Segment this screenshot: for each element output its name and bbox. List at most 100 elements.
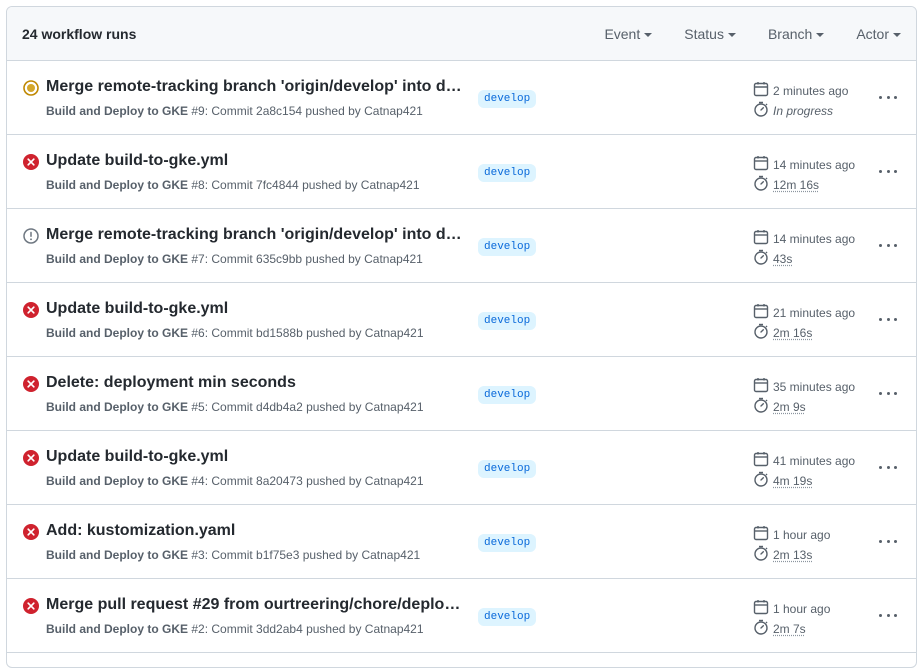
branch-label[interactable]: develop — [478, 460, 536, 478]
run-title-link[interactable]: Add: kustomization.yaml — [46, 522, 462, 540]
run-row[interactable]: Update build-to-gke.yml Build and Deploy… — [7, 283, 916, 357]
run-title-link[interactable]: Merge remote-tracking branch 'origin/dev… — [46, 226, 462, 244]
run-time: 14 minutes ago — [753, 229, 855, 248]
run-title-link[interactable]: Merge pull request #29 from ourtreering/… — [46, 596, 462, 614]
more-options-icon[interactable] — [879, 533, 897, 549]
run-duration: 2m 13s — [753, 545, 812, 564]
calendar-icon — [753, 525, 773, 544]
failure-status-icon — [23, 450, 39, 466]
run-row[interactable]: Update build-to-gke.yml Build and Deploy… — [7, 135, 916, 209]
runs-header: 24 workflow runs Event Status Branch Act… — [7, 7, 916, 61]
run-title-link[interactable]: Delete: deployment min seconds — [46, 374, 462, 392]
run-commit-detail: #8: Commit 7fc4844 pushed by Catnap421 — [188, 178, 419, 192]
more-options-icon[interactable] — [879, 163, 897, 179]
caret-down-icon — [816, 33, 824, 37]
run-count: 24 workflow runs — [22, 26, 136, 42]
run-row[interactable]: Merge pull request #29 from ourtreering/… — [7, 579, 916, 653]
caret-down-icon — [644, 33, 652, 37]
run-time-text: 2 minutes ago — [773, 84, 848, 98]
run-title-link[interactable]: Update build-to-gke.yml — [46, 152, 462, 170]
run-time-text: 14 minutes ago — [773, 232, 855, 246]
runs-list: Merge remote-tracking branch 'origin/dev… — [7, 61, 916, 653]
run-row[interactable]: Merge remote-tracking branch 'origin/dev… — [7, 209, 916, 283]
run-time-text: 21 minutes ago — [773, 306, 855, 320]
stopwatch-icon — [753, 323, 773, 342]
run-time-text: 1 hour ago — [773, 528, 830, 542]
more-options-icon[interactable] — [879, 607, 897, 623]
calendar-icon — [753, 303, 773, 322]
run-subtitle: Build and Deploy to GKE #6: Commit bd158… — [46, 326, 424, 340]
run-subtitle: Build and Deploy to GKE #4: Commit 8a204… — [46, 474, 424, 488]
run-commit-detail: #2: Commit 3dd2ab4 pushed by Catnap421 — [188, 622, 424, 636]
run-time-text: 35 minutes ago — [773, 380, 855, 394]
run-time: 14 minutes ago — [753, 155, 855, 174]
stopwatch-icon — [753, 101, 773, 120]
workflow-name: Build and Deploy to GKE — [46, 326, 188, 340]
run-commit-detail: #7: Commit 635c9bb pushed by Catnap421 — [188, 252, 423, 266]
event-filter[interactable]: Event — [604, 26, 652, 42]
run-time: 1 hour ago — [753, 525, 830, 544]
calendar-icon — [753, 451, 773, 470]
stopwatch-icon — [753, 175, 773, 194]
run-time: 35 minutes ago — [753, 377, 855, 396]
run-subtitle: Build and Deploy to GKE #7: Commit 635c9… — [46, 252, 423, 266]
run-duration-text: 12m 16s — [773, 178, 819, 192]
workflow-name: Build and Deploy to GKE — [46, 622, 188, 636]
run-subtitle: Build and Deploy to GKE #3: Commit b1f75… — [46, 548, 420, 562]
run-subtitle: Build and Deploy to GKE #9: Commit 2a8c1… — [46, 104, 423, 118]
stopwatch-icon — [753, 397, 773, 416]
run-time-text: 1 hour ago — [773, 602, 830, 616]
branch-label[interactable]: develop — [478, 386, 536, 404]
run-row[interactable]: Delete: deployment min seconds Build and… — [7, 357, 916, 431]
workflow-name: Build and Deploy to GKE — [46, 474, 188, 488]
failure-status-icon — [23, 302, 39, 318]
more-options-icon[interactable] — [879, 89, 897, 105]
status-filter-label: Status — [684, 26, 724, 42]
caret-down-icon — [893, 33, 901, 37]
run-duration: 2m 9s — [753, 397, 806, 416]
branch-label[interactable]: develop — [478, 534, 536, 552]
run-commit-detail: #4: Commit 8a20473 pushed by Catnap421 — [188, 474, 424, 488]
actor-filter-label: Actor — [856, 26, 889, 42]
run-title-link[interactable]: Update build-to-gke.yml — [46, 300, 462, 318]
branch-label[interactable]: develop — [478, 164, 536, 182]
branch-label[interactable]: develop — [478, 312, 536, 330]
run-row[interactable]: Merge remote-tracking branch 'origin/dev… — [7, 61, 916, 135]
run-time: 21 minutes ago — [753, 303, 855, 322]
branch-label[interactable]: develop — [478, 90, 536, 108]
run-row[interactable]: Update build-to-gke.yml Build and Deploy… — [7, 431, 916, 505]
run-title-link[interactable]: Merge remote-tracking branch 'origin/dev… — [46, 78, 462, 96]
branch-label[interactable]: develop — [478, 238, 536, 256]
branch-label[interactable]: develop — [478, 608, 536, 626]
calendar-icon — [753, 377, 773, 396]
run-duration-text: 4m 19s — [773, 474, 812, 488]
more-options-icon[interactable] — [879, 385, 897, 401]
run-commit-detail: #5: Commit d4db4a2 pushed by Catnap421 — [188, 400, 424, 414]
run-time: 1 hour ago — [753, 599, 830, 618]
in-progress-status-icon — [23, 80, 39, 96]
more-options-icon[interactable] — [879, 459, 897, 475]
run-commit-detail: #9: Commit 2a8c154 pushed by Catnap421 — [188, 104, 423, 118]
more-options-icon[interactable] — [879, 311, 897, 327]
run-duration: 2m 16s — [753, 323, 812, 342]
run-duration: 4m 19s — [753, 471, 812, 490]
more-options-icon[interactable] — [879, 237, 897, 253]
workflow-name: Build and Deploy to GKE — [46, 252, 188, 266]
run-subtitle: Build and Deploy to GKE #8: Commit 7fc48… — [46, 178, 420, 192]
failure-status-icon — [23, 154, 39, 170]
event-filter-label: Event — [604, 26, 640, 42]
run-duration: In progress — [753, 101, 833, 120]
run-commit-detail: #6: Commit bd1588b pushed by Catnap421 — [188, 326, 424, 340]
neutral-status-icon — [23, 228, 39, 244]
actor-filter[interactable]: Actor — [856, 26, 901, 42]
calendar-icon — [753, 599, 773, 618]
run-title-link[interactable]: Update build-to-gke.yml — [46, 448, 462, 466]
run-duration-text: 2m 16s — [773, 326, 812, 340]
branch-filter[interactable]: Branch — [768, 26, 824, 42]
filter-bar: Event Status Branch Actor — [604, 7, 916, 60]
status-filter[interactable]: Status — [684, 26, 736, 42]
run-row[interactable]: Add: kustomization.yaml Build and Deploy… — [7, 505, 916, 579]
run-duration: 43s — [753, 249, 792, 268]
run-time: 41 minutes ago — [753, 451, 855, 470]
workflow-name: Build and Deploy to GKE — [46, 548, 188, 562]
